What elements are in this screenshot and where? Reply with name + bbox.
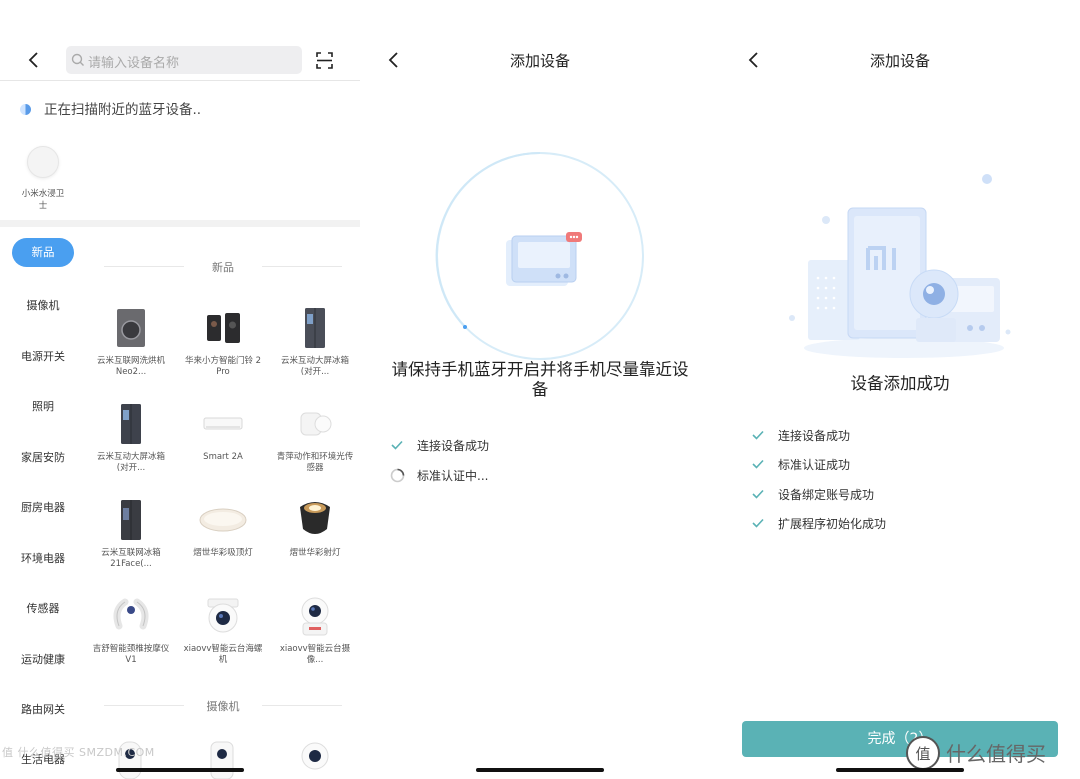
search-input[interactable]: 请输入设备名称	[66, 46, 302, 74]
product-item[interactable]: 云米互动大屏冰箱 (对开...	[91, 402, 171, 474]
step-item: 标准认证中...	[390, 467, 488, 484]
category-router[interactable]: 路由网关	[10, 701, 76, 717]
product-item[interactable]: 云米互联网冰箱21Face(...	[91, 498, 171, 570]
watermark: 值 什么值得买 SMZDM.COM	[2, 746, 155, 759]
air-conditioner-icon	[183, 402, 263, 446]
success-message: 设备添加成功	[850, 374, 950, 393]
found-device-item[interactable]: 小米水浸卫士	[20, 146, 66, 212]
section-header-camera: 摄像机	[104, 698, 342, 713]
step-item: 连接设备成功	[752, 427, 850, 444]
water-sensor-icon	[27, 146, 59, 178]
category-kitchen[interactable]: 厨房电器	[10, 499, 76, 515]
step-item: 扩展程序初始化成功	[752, 515, 886, 532]
header-divider	[0, 80, 360, 81]
instruction-text: 请保持手机蓝牙开启并将手机尽量靠近设备	[391, 360, 689, 399]
section-header-new: 新品	[104, 259, 342, 274]
category-new[interactable]: 新品	[12, 238, 74, 267]
product-item[interactable]: 吉舒智能颈椎按摩仪 V1	[91, 594, 171, 666]
page-title: 添加设备	[869, 52, 930, 70]
category-environment[interactable]: 环境电器	[10, 550, 76, 566]
ptz-camera-icon	[275, 594, 355, 638]
device-added-screen: 添加设备 设备添加成功 连接设备成功 标准认证成功 设备绑定账号成功 扩展程序初…	[720, 0, 1080, 779]
scan-qr-icon[interactable]	[316, 52, 333, 69]
washer-icon	[91, 306, 171, 350]
product-item[interactable]: 华来小方智能门铃 2 Pro	[183, 306, 263, 378]
step-item: 设备绑定账号成功	[752, 486, 874, 503]
product-item[interactable]: xiaovv智能云台海螺机	[183, 594, 263, 666]
back-chevron-icon[interactable]	[22, 48, 46, 72]
product-item[interactable]: 云米互联网洗烘机Neo2...	[91, 306, 171, 378]
product-item[interactable]: Smart 2A	[183, 402, 263, 463]
ceiling-light-icon	[183, 498, 263, 542]
category-lighting[interactable]: 照明	[10, 398, 76, 414]
check-icon	[752, 488, 764, 502]
scanning-spinner-icon	[20, 104, 31, 115]
home-indicator	[476, 768, 604, 772]
check-icon	[390, 439, 404, 453]
neck-massager-icon	[91, 594, 171, 638]
loading-spinner-icon	[390, 468, 405, 483]
ptz-camera-icon	[183, 594, 263, 638]
fridge-icon	[275, 306, 355, 350]
step-item: 标准认证成功	[752, 456, 850, 473]
home-indicator	[116, 768, 244, 772]
brand-logo-icon: 值	[906, 736, 940, 770]
camera-icon	[301, 742, 329, 770]
camera-icon	[210, 741, 234, 779]
product-item[interactable]: 熠世华彩射灯	[275, 498, 355, 559]
product-item[interactable]: xiaovv智能云台摄像...	[275, 594, 355, 666]
search-icon	[71, 53, 84, 66]
category-home-security[interactable]: 家居安防	[10, 449, 76, 465]
home-indicator	[836, 768, 964, 772]
brand-text: 什么值得买	[946, 742, 1046, 766]
scanning-status: 正在扫描附近的蓝牙设备..	[20, 98, 201, 118]
fridge-icon	[91, 498, 171, 542]
check-icon	[752, 517, 764, 531]
product-item[interactable]: 熠世华彩吸顶灯	[183, 498, 263, 559]
found-device-label: 小米水浸卫士	[21, 189, 65, 211]
spotlight-icon	[275, 498, 355, 542]
success-illustration	[789, 174, 1011, 358]
fridge-icon	[91, 402, 171, 446]
step-item: 连接设备成功	[390, 437, 489, 454]
motion-sensor-icon	[275, 402, 355, 446]
search-placeholder: 请输入设备名称	[88, 56, 180, 71]
category-power-switch[interactable]: 电源开关	[10, 348, 76, 364]
device-list-screen: 请输入设备名称 正在扫描附近的蓝牙设备.. 小米水浸卫士 新品 摄像机 电源开关…	[0, 0, 360, 779]
check-icon	[752, 458, 764, 472]
category-sensor[interactable]: 传感器	[10, 600, 76, 616]
device-pairing-icon	[506, 232, 582, 286]
category-sports-health[interactable]: 运动健康	[10, 651, 76, 667]
section-separator	[0, 220, 360, 227]
check-icon	[752, 429, 764, 443]
doorbell-icon	[183, 306, 263, 350]
category-camera[interactable]: 摄像机	[10, 297, 76, 313]
page-title: 添加设备	[509, 52, 570, 70]
product-item[interactable]: 云米互动大屏冰箱 (对开...	[275, 306, 355, 378]
product-item[interactable]: 青萍动作和环境光传感器	[275, 402, 355, 474]
adding-device-screen: 添加设备 请保持手机蓝牙开启并将手机尽量靠近设备 连接设备成功 标准认证中...	[360, 0, 720, 779]
